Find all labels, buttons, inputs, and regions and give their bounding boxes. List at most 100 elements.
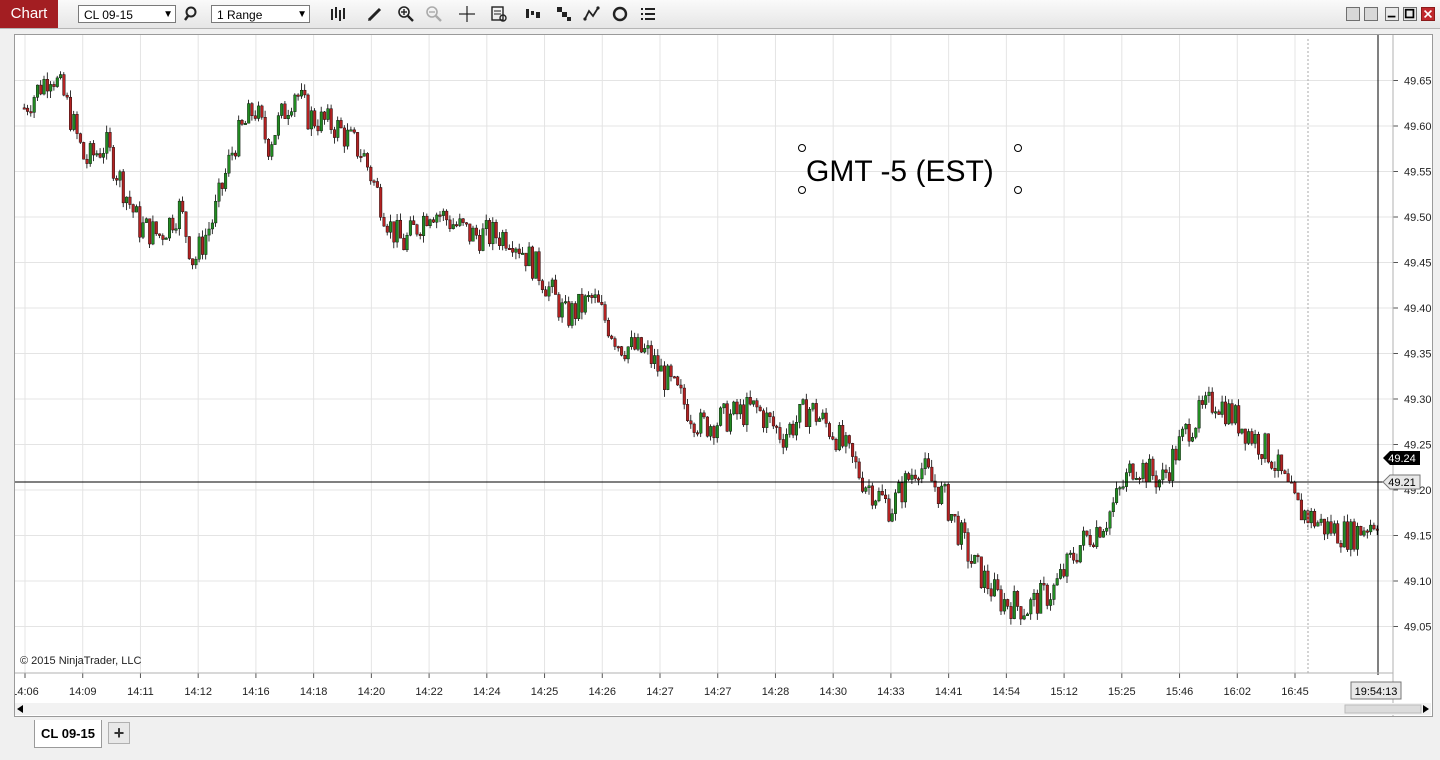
tab-cl-09-15[interactable]: CL 09-15: [34, 720, 102, 748]
horizontal-scrollbar[interactable]: [15, 703, 1431, 715]
crosshair-icon[interactable]: [457, 4, 477, 24]
bar-body: [1342, 521, 1346, 548]
up-bar: [1194, 427, 1198, 440]
chart-panel[interactable]: 49.65 49.60 49.55 49.50 49.45 49.40 49.35 49.30…: [14, 34, 1433, 717]
bar-body: [197, 236, 201, 260]
bar-body: [389, 221, 393, 233]
down-bar: [996, 574, 1000, 592]
bar-body: [870, 485, 874, 506]
down-bar: [45, 72, 49, 99]
bar-body: [356, 132, 360, 157]
down-bar: [748, 390, 752, 406]
bar-body: [804, 399, 808, 427]
up-bar: [257, 101, 261, 122]
bar-body: [798, 404, 802, 423]
up-bar: [458, 213, 462, 228]
bar-body: [857, 461, 861, 479]
reload-icon[interactable]: [610, 4, 630, 24]
up-bar: [587, 291, 591, 302]
bar-body: [999, 589, 1003, 612]
instrument-selector[interactable]: CL 09-15 ▼: [78, 5, 176, 23]
bar-body: [45, 79, 49, 92]
up-bar: [564, 295, 568, 305]
bar-body: [69, 96, 73, 130]
bar-body: [1293, 481, 1297, 494]
bar-body: [656, 355, 660, 372]
bar-body: [154, 221, 158, 235]
up-bar: [1082, 526, 1086, 551]
text-annotation[interactable]: GMT -5 (EST): [798, 144, 1022, 194]
down-bar: [1151, 456, 1155, 480]
annotation-text: GMT -5 (EST): [806, 155, 994, 188]
bar-body: [1167, 472, 1171, 481]
bar-body: [1187, 424, 1191, 442]
down-bar: [953, 514, 957, 523]
indicators-icon[interactable]: [582, 4, 602, 24]
up-bar: [752, 400, 756, 407]
up-bar: [1177, 429, 1181, 461]
pencil-icon[interactable]: [365, 4, 385, 24]
zoom-in-icon[interactable]: [396, 4, 416, 24]
down-bar: [1075, 553, 1079, 564]
bar-body: [762, 410, 766, 428]
bar-body: [29, 111, 33, 114]
down-bar: [445, 209, 449, 226]
down-bar: [686, 399, 690, 422]
up-bar: [1141, 459, 1145, 483]
chart-menu-button[interactable]: Chart: [0, 0, 58, 28]
x-tick-label: 14:18: [300, 686, 328, 698]
bar-body: [600, 302, 604, 305]
window-cascade-button[interactable]: [1364, 7, 1378, 21]
bar-body: [663, 365, 667, 390]
down-bar: [1223, 395, 1227, 427]
bar-body: [521, 252, 525, 255]
down-bar: [986, 564, 990, 595]
down-bar: [679, 379, 683, 394]
bar-body: [709, 426, 713, 437]
bar-type-selector[interactable]: 1 Range ▼: [211, 5, 310, 23]
window-tile-button[interactable]: [1346, 7, 1360, 21]
minimize-icon[interactable]: [1385, 7, 1399, 21]
bar-body: [884, 494, 888, 500]
properties-icon[interactable]: [554, 4, 574, 24]
data-box-icon[interactable]: [489, 4, 509, 24]
up-bar: [785, 428, 789, 451]
down-bar: [1138, 476, 1142, 485]
up-bar: [204, 228, 208, 260]
chevron-down-icon: ▼: [163, 9, 173, 20]
bar-body: [32, 97, 36, 113]
down-bar: [342, 125, 346, 153]
bar-body: [1058, 569, 1062, 579]
search-icon[interactable]: [182, 4, 202, 24]
bar-body: [148, 218, 152, 245]
up-bar: [577, 293, 581, 321]
bar-body: [1085, 530, 1089, 536]
up-bar: [237, 115, 241, 158]
bar-body: [1131, 463, 1135, 480]
up-bar: [837, 422, 841, 452]
bar-body: [1303, 510, 1307, 521]
list-icon[interactable]: [638, 4, 658, 24]
add-tab-button[interactable]: +: [108, 722, 130, 744]
bar-style-icon[interactable]: [328, 4, 348, 24]
up-bar: [1181, 426, 1185, 442]
maximize-icon[interactable]: [1403, 7, 1417, 21]
zoom-out-icon[interactable]: [424, 4, 444, 24]
bar-body: [682, 387, 686, 405]
bar-body: [319, 111, 323, 132]
price-chart[interactable]: 49.65 49.60 49.55 49.50 49.45 49.40 49.35 49.30…: [15, 35, 1432, 716]
close-icon[interactable]: [1421, 7, 1435, 21]
down-bar: [778, 422, 782, 444]
y-tick-label: 49.10: [1404, 576, 1432, 588]
down-bar: [62, 72, 66, 97]
bar-body: [200, 236, 204, 255]
down-bar: [108, 127, 112, 152]
up-bar: [270, 141, 274, 161]
bar-body: [270, 144, 274, 157]
bar-body: [1095, 527, 1099, 547]
bar-body: [646, 345, 650, 349]
bar-body: [781, 439, 785, 448]
down-bar: [329, 104, 333, 134]
up-bar: [745, 392, 749, 432]
strategies-icon[interactable]: [523, 4, 543, 24]
